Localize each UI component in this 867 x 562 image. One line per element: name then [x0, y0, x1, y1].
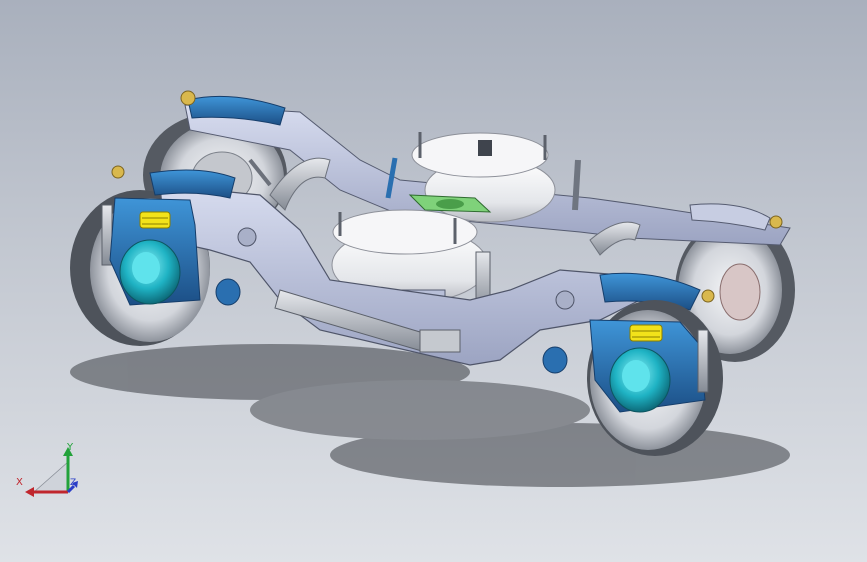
coordinate-triad: X Y Z — [12, 440, 82, 504]
z-axis-label: Z — [70, 478, 77, 488]
bogie-model[interactable] — [0, 0, 867, 562]
y-axis-label: Y — [67, 442, 74, 453]
graphics-viewport[interactable]: X Y Z — [0, 0, 867, 562]
x-axis-label: X — [16, 477, 23, 488]
